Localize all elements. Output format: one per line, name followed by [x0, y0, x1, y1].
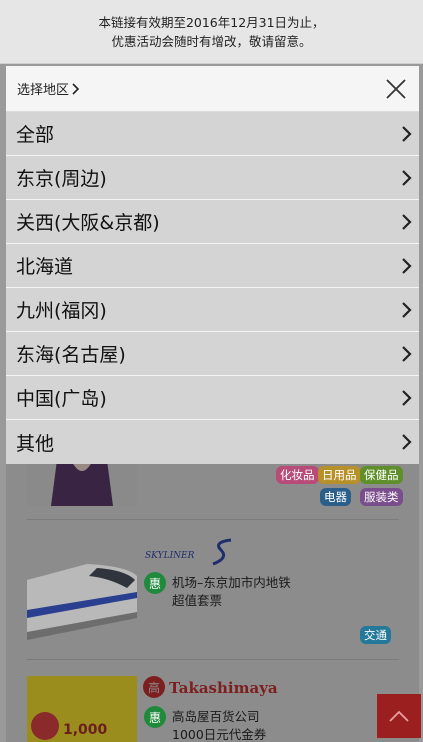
listing-thumbnail-1 [27, 460, 137, 506]
region-item-hokkaido[interactable]: 北海道 [6, 244, 419, 288]
region-item-chugoku[interactable]: 中国(广岛) [6, 376, 419, 420]
listing-desc-line-1: 机场–东京加市内地铁 [172, 575, 291, 590]
svg-text:SKYLINER: SKYLINER [145, 551, 195, 561]
back-to-top-button[interactable] [377, 694, 421, 738]
discount-badge: 惠 [144, 572, 166, 594]
region-item-label: 关西(大阪&京都) [16, 212, 160, 234]
chevron-right-icon [402, 213, 412, 230]
notice-line-2: 优惠活动会随时有增改，敬请留意。 [111, 33, 312, 49]
chevron-right-icon [402, 125, 412, 142]
tag-daily-goods: 日用品 [318, 466, 361, 484]
select-region-label: 选择地区 [17, 83, 70, 98]
close-button[interactable] [383, 76, 409, 102]
region-item-kyushu[interactable]: 九州(福冈) [6, 288, 419, 332]
select-region-button[interactable]: 选择地区 [17, 79, 80, 98]
listing-desc-line-2: 超值套票 [172, 593, 223, 608]
region-item-label: 九州(福冈) [16, 300, 107, 322]
listing-card-skyliner[interactable]: SKYLINER 惠 机场–东京加市内地铁 超值套票 交通 [27, 520, 399, 657]
region-item-label: 东海(名古屋) [16, 344, 126, 366]
tag-electronics: 电器 [320, 488, 351, 506]
chevron-right-icon [402, 345, 412, 362]
tag-cosmetics: 化妆品 [276, 466, 319, 484]
listing-description: 高岛屋百货公司 1000日元代金券 [172, 708, 266, 742]
chevron-right-icon [402, 434, 412, 450]
skyliner-logo: SKYLINER [143, 538, 243, 566]
listing-desc-line-2: 1000日元代金券 [172, 727, 267, 742]
region-item-tokyo[interactable]: 东京(周边) [6, 156, 419, 200]
region-item-kansai[interactable]: 关西(大阪&京都) [6, 200, 419, 244]
takashimaya-coupon-image: 1,000 [27, 676, 137, 742]
region-item-label: 全部 [16, 124, 55, 146]
chevron-right-icon [72, 82, 80, 95]
tag-clothing: 服装类 [360, 488, 403, 506]
chevron-up-icon [389, 710, 409, 722]
region-item-label: 其他 [16, 432, 55, 455]
listing-desc-line-1: 高岛屋百货公司 [172, 709, 260, 724]
svg-text:Takashimaya: Takashimaya [169, 679, 278, 697]
discount-badge: 惠 [144, 706, 166, 728]
validity-notice: 本链接有效期至2016年12月31日为止， 优惠活动会随时有增改，敬请留意。 [0, 0, 423, 64]
listing-card-takashimaya[interactable]: 1,000 高 Takashimaya 惠 高岛屋百货公司 1000日元代金券 [27, 660, 399, 742]
close-icon [386, 78, 406, 99]
region-item-other[interactable]: 其他 [6, 420, 419, 464]
skyliner-train-image [27, 536, 137, 646]
chevron-right-icon [402, 257, 412, 274]
chevron-right-icon [402, 169, 412, 186]
listing-description: 机场–东京加市内地铁 超值套票 [172, 574, 291, 610]
region-selector-panel: 选择地区 全部 东京(周边) 关西(大阪&京都) 北海道 九州(福冈) 东海(名… [6, 66, 419, 464]
region-header: 选择地区 [6, 66, 419, 112]
tag-transport: 交通 [360, 626, 391, 644]
region-item-label: 中国(广岛) [16, 388, 107, 410]
svg-text:高: 高 [148, 680, 160, 695]
chevron-right-icon [402, 389, 412, 406]
region-item-label: 东京(周边) [16, 168, 107, 190]
region-item-label: 北海道 [16, 256, 74, 278]
chevron-right-icon [402, 301, 412, 318]
svg-text:1,000: 1,000 [63, 722, 108, 738]
region-item-tokai[interactable]: 东海(名古屋) [6, 332, 419, 376]
region-list: 全部 东京(周边) 关西(大阪&京都) 北海道 九州(福冈) 东海(名古屋) 中… [6, 112, 419, 464]
takashimaya-logo: 高 Takashimaya [142, 674, 292, 700]
listing-content: 化妆品 日用品 保健品 电器 服装类 SKYLINER 惠 机场–东京加市内地铁… [6, 460, 419, 742]
tag-health-products: 保健品 [360, 466, 403, 484]
region-item-all[interactable]: 全部 [6, 112, 419, 156]
notice-line-1: 本链接有效期至2016年12月31日为止， [98, 14, 325, 30]
